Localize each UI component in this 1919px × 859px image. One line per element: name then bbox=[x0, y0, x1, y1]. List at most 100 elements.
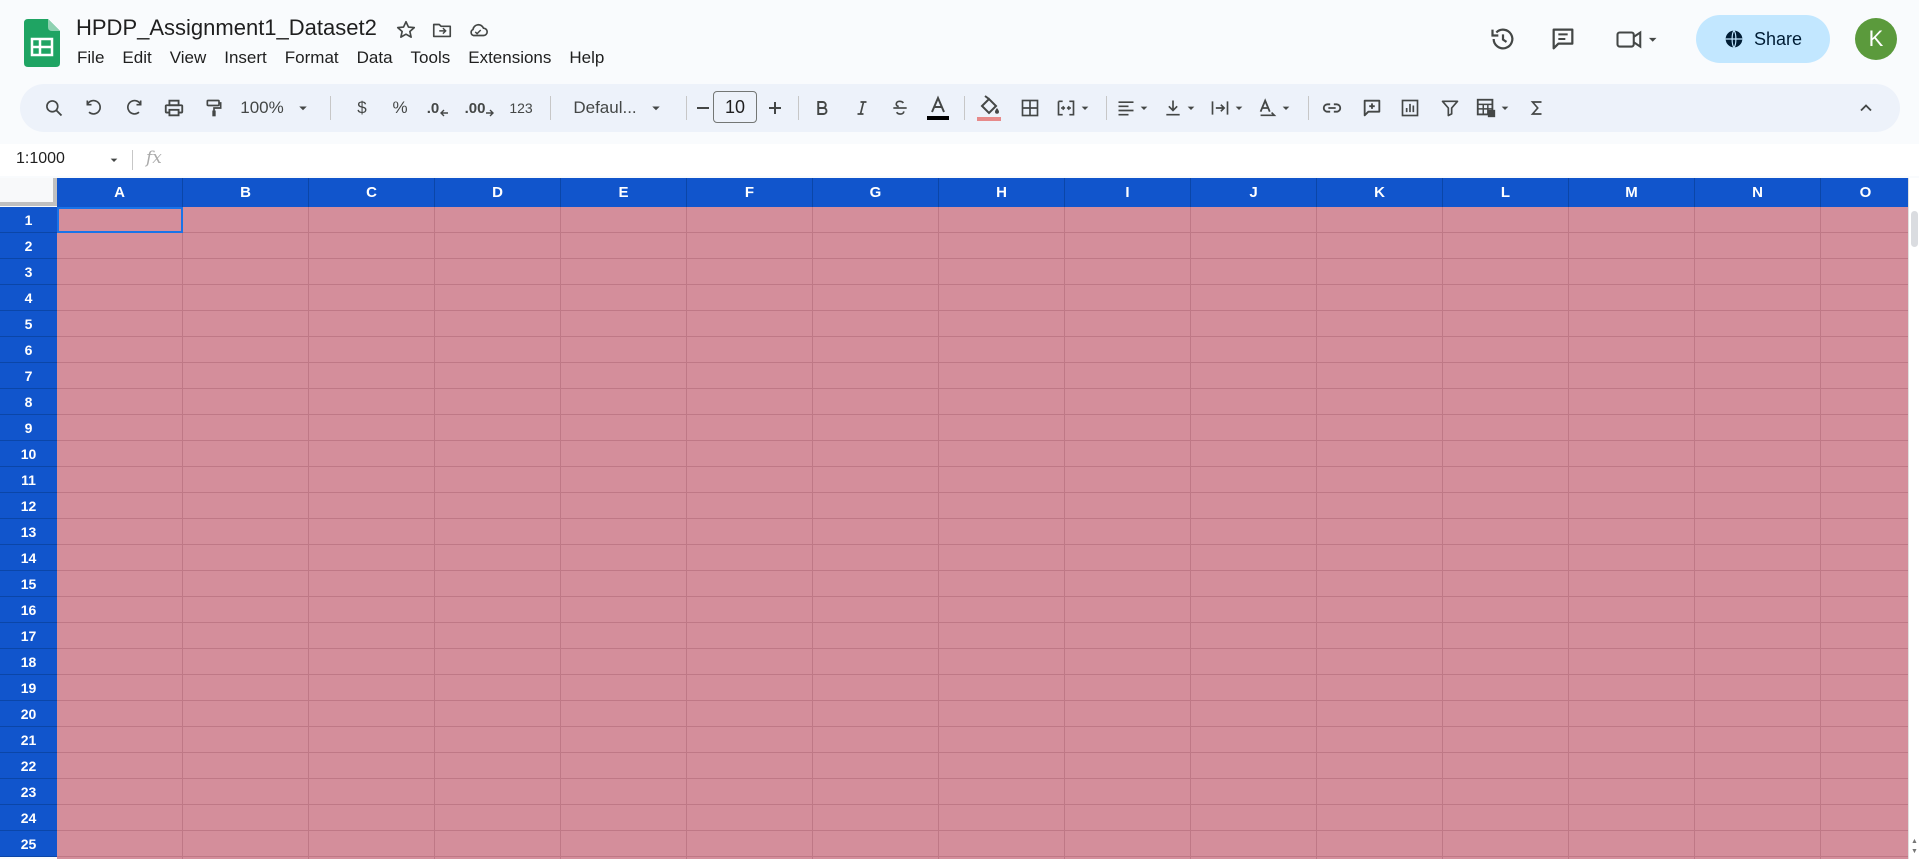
bold-icon[interactable] bbox=[806, 92, 838, 124]
row-header-15[interactable]: 15 bbox=[0, 571, 57, 597]
italic-icon[interactable] bbox=[846, 92, 878, 124]
menu-data[interactable]: Data bbox=[348, 46, 402, 70]
increase-font-size-button[interactable] bbox=[764, 92, 786, 124]
row-header-3[interactable]: 3 bbox=[0, 259, 57, 285]
decrease-decimal-button[interactable]: .0 bbox=[422, 92, 454, 124]
column-header-h[interactable]: H bbox=[939, 178, 1065, 207]
column-header-a[interactable]: A bbox=[57, 178, 183, 207]
borders-icon[interactable] bbox=[1014, 92, 1046, 124]
row-header-22[interactable]: 22 bbox=[0, 753, 57, 779]
row-header-13[interactable]: 13 bbox=[0, 519, 57, 545]
row-header-6[interactable]: 6 bbox=[0, 337, 57, 363]
row-header-5[interactable]: 5 bbox=[0, 311, 57, 337]
text-rotation-icon[interactable] bbox=[1254, 92, 1296, 124]
share-button[interactable]: Share bbox=[1696, 15, 1830, 63]
text-color-icon[interactable] bbox=[922, 92, 954, 124]
column-header-o[interactable]: O bbox=[1821, 178, 1908, 207]
scrollbar-thumb[interactable] bbox=[1911, 211, 1918, 247]
fill-color-icon[interactable] bbox=[972, 92, 1006, 124]
percent-format-button[interactable]: % bbox=[386, 92, 414, 124]
document-title[interactable]: HPDP_Assignment1_Dataset2 bbox=[76, 15, 377, 41]
row-header-21[interactable]: 21 bbox=[0, 727, 57, 753]
search-menus-icon[interactable] bbox=[38, 92, 70, 124]
select-all-corner[interactable] bbox=[0, 178, 57, 206]
column-header-f[interactable]: F bbox=[687, 178, 813, 207]
column-header-d[interactable]: D bbox=[435, 178, 561, 207]
collapse-toolbar-icon[interactable] bbox=[1850, 92, 1882, 124]
strikethrough-icon[interactable] bbox=[884, 92, 916, 124]
row-header-9[interactable]: 9 bbox=[0, 415, 57, 441]
version-history-icon[interactable] bbox=[1486, 22, 1520, 56]
print-icon[interactable] bbox=[158, 92, 190, 124]
text-wrapping-icon[interactable] bbox=[1208, 92, 1248, 124]
meet-video-icon[interactable] bbox=[1612, 22, 1662, 56]
move-folder-icon[interactable] bbox=[428, 16, 456, 44]
column-header-i[interactable]: I bbox=[1065, 178, 1191, 207]
sheets-logo-icon[interactable] bbox=[24, 19, 60, 67]
row-header-14[interactable]: 14 bbox=[0, 545, 57, 571]
row-header-8[interactable]: 8 bbox=[0, 389, 57, 415]
row-header-20[interactable]: 20 bbox=[0, 701, 57, 727]
merge-cells-icon[interactable] bbox=[1054, 92, 1094, 124]
cloud-saved-icon[interactable] bbox=[464, 16, 492, 44]
redo-icon[interactable] bbox=[118, 92, 150, 124]
active-cell-a1[interactable] bbox=[57, 207, 183, 233]
insert-comment-icon[interactable] bbox=[1356, 92, 1388, 124]
account-avatar[interactable]: K bbox=[1855, 18, 1897, 60]
undo-icon[interactable] bbox=[78, 92, 110, 124]
menu-view[interactable]: View bbox=[161, 46, 216, 70]
scroll-down-arrow-icon[interactable]: ▼ bbox=[1910, 848, 1919, 857]
filter-icon[interactable] bbox=[1434, 92, 1466, 124]
menu-format[interactable]: Format bbox=[276, 46, 348, 70]
row-header-2[interactable]: 2 bbox=[0, 233, 57, 259]
row-header-24[interactable]: 24 bbox=[0, 805, 57, 831]
scroll-up-arrow-icon[interactable]: ▲ bbox=[1910, 838, 1919, 847]
row-header-1[interactable]: 1 bbox=[0, 207, 57, 233]
font-family-select[interactable]: Defaul... bbox=[560, 92, 678, 124]
row-header-4[interactable]: 4 bbox=[0, 285, 57, 311]
comments-icon[interactable] bbox=[1546, 22, 1580, 56]
column-header-j[interactable]: J bbox=[1191, 178, 1317, 207]
row-header-10[interactable]: 10 bbox=[0, 441, 57, 467]
font-size-input[interactable]: 10 bbox=[713, 91, 757, 123]
menu-tools[interactable]: Tools bbox=[402, 46, 460, 70]
row-header-17[interactable]: 17 bbox=[0, 623, 57, 649]
decrease-font-size-button[interactable] bbox=[692, 92, 714, 124]
column-header-b[interactable]: B bbox=[183, 178, 309, 207]
column-header-l[interactable]: L bbox=[1443, 178, 1569, 207]
more-formats-button[interactable]: 123 bbox=[504, 92, 538, 124]
row-header-18[interactable]: 18 bbox=[0, 649, 57, 675]
row-header-12[interactable]: 12 bbox=[0, 493, 57, 519]
star-icon[interactable] bbox=[392, 16, 420, 44]
menu-insert[interactable]: Insert bbox=[215, 46, 276, 70]
row-header-19[interactable]: 19 bbox=[0, 675, 57, 701]
chevron-down-icon[interactable] bbox=[106, 152, 122, 168]
currency-format-button[interactable]: $ bbox=[348, 92, 376, 124]
functions-sigma-icon[interactable] bbox=[1520, 92, 1554, 124]
menu-extensions[interactable]: Extensions bbox=[459, 46, 560, 70]
row-header-23[interactable]: 23 bbox=[0, 779, 57, 805]
name-box[interactable]: 1:1000 bbox=[16, 150, 65, 168]
zoom-select[interactable]: 100% bbox=[238, 92, 314, 124]
column-header-m[interactable]: M bbox=[1569, 178, 1695, 207]
column-header-e[interactable]: E bbox=[561, 178, 687, 207]
menu-file[interactable]: File bbox=[68, 46, 113, 70]
row-header-7[interactable]: 7 bbox=[0, 363, 57, 389]
column-header-n[interactable]: N bbox=[1695, 178, 1821, 207]
paint-format-icon[interactable] bbox=[198, 92, 230, 124]
column-header-g[interactable]: G bbox=[813, 178, 939, 207]
vertical-scrollbar[interactable]: ▲ ▼ bbox=[1908, 178, 1919, 859]
vertical-align-icon[interactable] bbox=[1160, 92, 1202, 124]
insert-link-icon[interactable] bbox=[1316, 92, 1348, 124]
row-header-16[interactable]: 16 bbox=[0, 597, 57, 623]
menu-edit[interactable]: Edit bbox=[113, 46, 160, 70]
column-header-c[interactable]: C bbox=[309, 178, 435, 207]
menu-help[interactable]: Help bbox=[560, 46, 613, 70]
insert-chart-icon[interactable] bbox=[1394, 92, 1426, 124]
column-header-k[interactable]: K bbox=[1317, 178, 1443, 207]
row-header-11[interactable]: 11 bbox=[0, 467, 57, 493]
increase-decimal-button[interactable]: .00 bbox=[462, 92, 498, 124]
filter-views-icon[interactable] bbox=[1472, 92, 1516, 124]
row-header-25[interactable]: 25 bbox=[0, 831, 57, 857]
horizontal-align-icon[interactable] bbox=[1114, 92, 1154, 124]
